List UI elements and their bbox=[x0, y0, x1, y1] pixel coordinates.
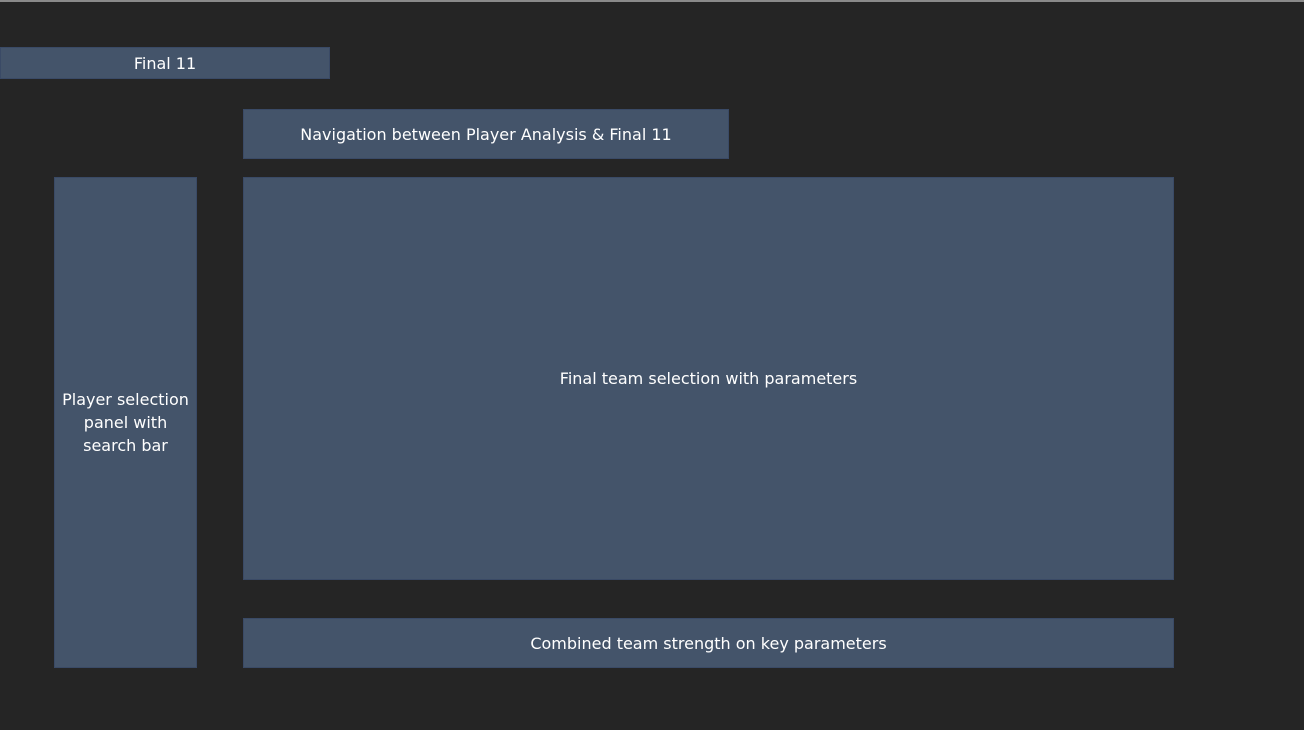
title-box: Final 11 bbox=[0, 47, 330, 79]
player-selection-panel-label: Player selection panel with search bar bbox=[62, 390, 189, 455]
team-selection-box: Final team selection with parameters bbox=[243, 177, 1174, 580]
title-box-label: Final 11 bbox=[133, 53, 197, 73]
player-selection-panel-box: Player selection panel with search bar bbox=[54, 177, 197, 668]
navigation-box-label: Navigation between Player Analysis & Fin… bbox=[300, 124, 672, 144]
team-selection-box-label: Final team selection with parameters bbox=[559, 369, 858, 388]
team-strength-box: Combined team strength on key parameters bbox=[243, 618, 1174, 668]
team-strength-box-label: Combined team strength on key parameters bbox=[530, 633, 887, 653]
navigation-box: Navigation between Player Analysis & Fin… bbox=[243, 109, 729, 159]
top-divider-line bbox=[0, 0, 1304, 2]
